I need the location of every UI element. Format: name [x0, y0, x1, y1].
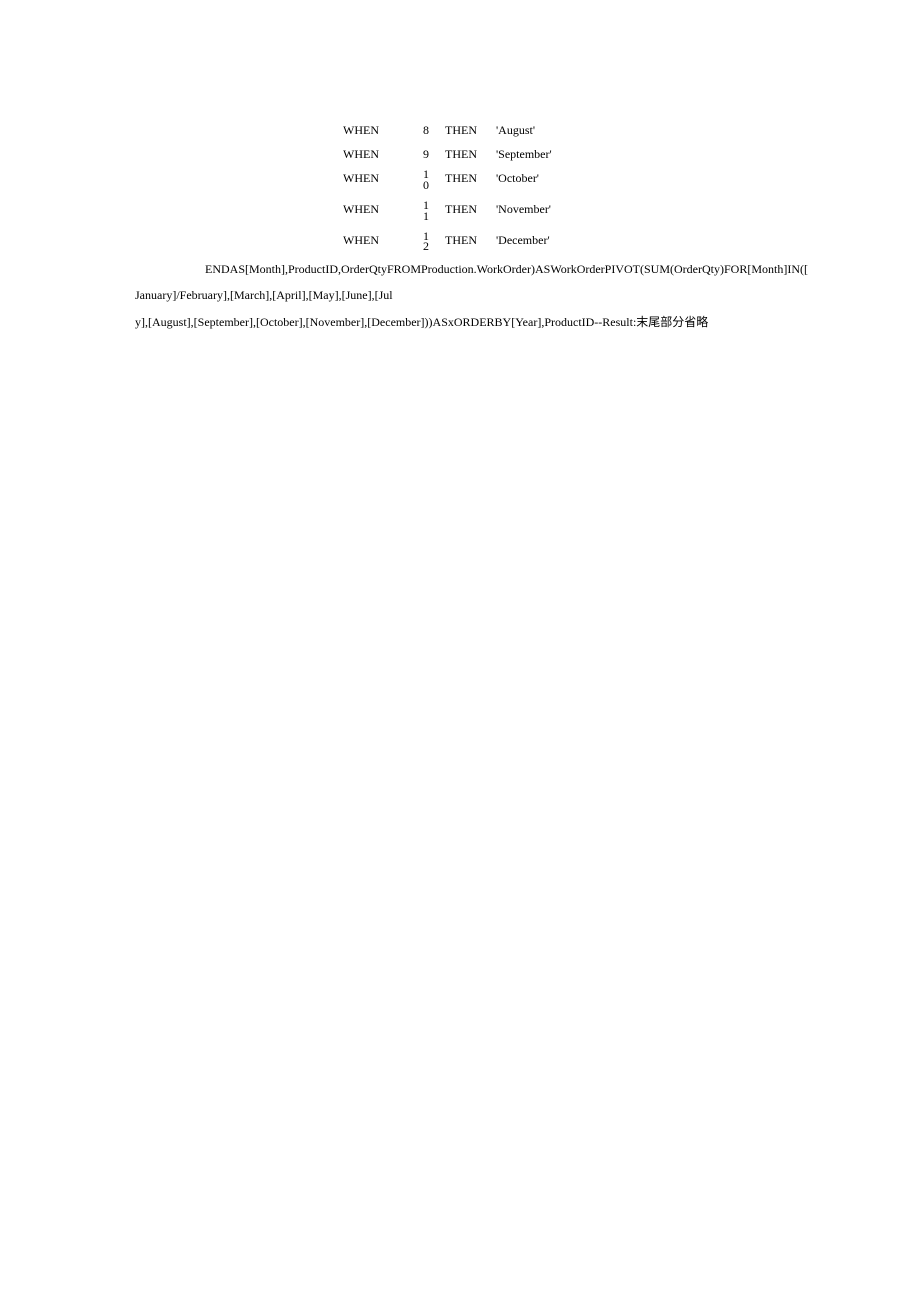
- then-cell: THEN: [437, 228, 488, 259]
- then-cell: THEN: [437, 166, 488, 197]
- sql-line-3: y],[August],[September],[October],[Novem…: [135, 309, 895, 335]
- case-row: WHEN 12 THEN 'December': [335, 228, 594, 259]
- num-cell: 12: [396, 228, 437, 259]
- num-cell: 8: [396, 118, 437, 142]
- val-cell: 'August': [488, 118, 594, 142]
- sql-body-text: ENDAS[Month],ProductID,OrderQtyFROMProdu…: [135, 256, 895, 335]
- when-cell: WHEN: [335, 228, 396, 259]
- num-cell: 11: [396, 197, 437, 228]
- case-row: WHEN 8 THEN 'August': [335, 118, 594, 142]
- when-cell: WHEN: [335, 142, 396, 166]
- num-cell: 9: [396, 142, 437, 166]
- val-cell: 'September': [488, 142, 594, 166]
- when-cell: WHEN: [335, 118, 396, 142]
- case-row: WHEN 9 THEN 'September': [335, 142, 594, 166]
- sql-case-table: WHEN 8 THEN 'August' WHEN 9 THEN 'Septem…: [335, 118, 594, 258]
- num-cell: 10: [396, 166, 437, 197]
- case-row: WHEN 11 THEN 'November': [335, 197, 594, 228]
- val-cell: 'October': [488, 166, 594, 197]
- case-row: WHEN 10 THEN 'October': [335, 166, 594, 197]
- val-cell: 'November': [488, 197, 594, 228]
- sql-line-2: January]/February],[March],[April],[May]…: [135, 282, 895, 308]
- sql-line-1: ENDAS[Month],ProductID,OrderQtyFROMProdu…: [205, 256, 895, 282]
- when-cell: WHEN: [335, 197, 396, 228]
- val-cell: 'December': [488, 228, 594, 259]
- when-cell: WHEN: [335, 166, 396, 197]
- then-cell: THEN: [437, 142, 488, 166]
- then-cell: THEN: [437, 118, 488, 142]
- then-cell: THEN: [437, 197, 488, 228]
